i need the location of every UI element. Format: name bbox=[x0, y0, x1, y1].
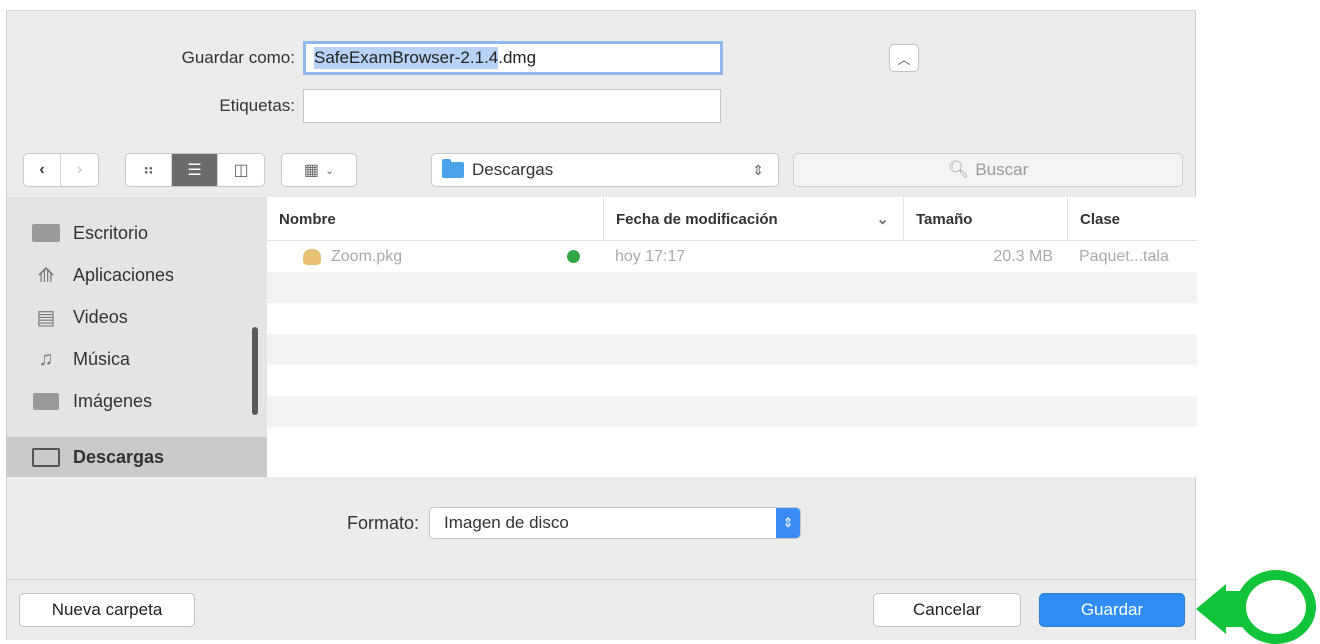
chevron-left-icon: ‹ bbox=[39, 161, 45, 178]
annotation-arrow bbox=[1196, 584, 1226, 634]
chevron-down-icon: ⌄ bbox=[324, 164, 335, 177]
save-dialog: Guardar como: SafeExamBrowser-2.1.4 .dmg … bbox=[6, 10, 1197, 640]
format-row: Formato: Imagen de disco ⇕ bbox=[347, 507, 802, 539]
desktop-icon bbox=[31, 222, 61, 244]
sidebar-item-imagenes[interactable]: Imágenes bbox=[7, 381, 267, 421]
search-placeholder: Buscar bbox=[975, 160, 1029, 179]
table-row-empty bbox=[267, 272, 1197, 303]
save-as-row: Guardar como: SafeExamBrowser-2.1.4 .dmg bbox=[135, 41, 723, 75]
footer-divider bbox=[7, 579, 1197, 580]
list-view-button[interactable]: ☰ bbox=[172, 154, 218, 186]
location-popup[interactable]: Descargas ⇕ bbox=[431, 153, 779, 187]
table-row-empty bbox=[267, 334, 1197, 365]
arrange-button[interactable]: ▦ ⌄ bbox=[281, 153, 357, 187]
table-row-empty bbox=[267, 303, 1197, 334]
search-field[interactable]: 🔍︎ Buscar bbox=[793, 153, 1183, 187]
sidebar-item-label: Escritorio bbox=[73, 222, 149, 243]
tags-label: Etiquetas: bbox=[219, 96, 295, 115]
format-value: Imagen de disco bbox=[444, 513, 569, 532]
column-kind-label: Clase bbox=[1080, 210, 1121, 228]
file-size-cell: 20.3 MB bbox=[993, 247, 1053, 265]
column-size-label: Tamaño bbox=[916, 210, 973, 228]
cancel-button[interactable]: Cancelar bbox=[873, 593, 1021, 627]
table-row-empty bbox=[267, 365, 1197, 396]
table-row[interactable]: Zoom.pkg hoy 17:17 20.3 MB Paquet...tala bbox=[267, 241, 1197, 272]
sidebar-scrollbar[interactable] bbox=[252, 327, 258, 415]
music-note-icon: ♫ bbox=[38, 347, 54, 370]
column-date-label: Fecha de modificación bbox=[616, 210, 778, 228]
expand-dialog-button[interactable]: ︿ bbox=[889, 44, 919, 72]
sidebar: Escritorio ⟰ Aplicaciones ▤ Videos ♫ Mús… bbox=[7, 197, 267, 477]
annotation-circle bbox=[1236, 570, 1316, 644]
columns-icon: ◫ bbox=[233, 162, 249, 179]
table-row-empty bbox=[267, 396, 1197, 427]
filename-selected-text: SafeExamBrowser-2.1.4 bbox=[314, 47, 499, 69]
file-date-cell: hoy 17:17 bbox=[615, 247, 686, 265]
column-header-name[interactable]: Nombre bbox=[267, 197, 603, 241]
sidebar-item-label: Videos bbox=[73, 306, 128, 327]
file-list-header: Nombre Fecha de modificación ⌄ Tamaño Cl… bbox=[267, 197, 1197, 241]
file-kind-cell: Paquet...tala bbox=[1079, 247, 1169, 265]
sidebar-item-label: Imágenes bbox=[73, 390, 153, 411]
tags-row: Etiquetas: bbox=[135, 89, 721, 123]
nav-buttons: ‹ › bbox=[23, 153, 99, 187]
grid-icon: ⠶ bbox=[142, 162, 155, 179]
chevron-right-icon: › bbox=[76, 161, 83, 178]
column-header-date[interactable]: Fecha de modificación ⌄ bbox=[603, 197, 903, 241]
tags-input[interactable] bbox=[303, 89, 721, 123]
file-name: Zoom.pkg bbox=[331, 247, 403, 265]
file-name-cell: Zoom.pkg bbox=[303, 241, 402, 272]
save-button[interactable]: Guardar bbox=[1039, 593, 1185, 627]
sidebar-item-videos[interactable]: ▤ Videos bbox=[7, 297, 267, 337]
package-icon bbox=[303, 248, 321, 265]
list-icon: ☰ bbox=[187, 162, 202, 179]
sidebar-item-descargas[interactable]: Descargas bbox=[7, 437, 267, 477]
column-name-label: Nombre bbox=[279, 210, 336, 228]
up-down-stepper-icon: ⇕ bbox=[776, 508, 801, 538]
search-icon: 🔍︎ bbox=[947, 160, 970, 179]
save-as-label: Guardar como: bbox=[181, 48, 295, 67]
downloads-folder-icon bbox=[442, 159, 464, 178]
arrange-button-inner: ▦ ⌄ bbox=[282, 154, 356, 186]
applications-icon: ⟰ bbox=[37, 264, 55, 287]
new-folder-button[interactable]: Nueva carpeta bbox=[19, 593, 195, 627]
view-mode-group: ⠶ ☰ ◫ bbox=[125, 153, 265, 187]
sort-chevron-icon: ⌄ bbox=[876, 211, 889, 228]
filename-extension: .dmg bbox=[498, 48, 537, 67]
location-label: Descargas bbox=[472, 160, 554, 179]
column-header-size[interactable]: Tamaño bbox=[903, 197, 1067, 241]
format-select[interactable]: Imagen de disco ⇕ bbox=[429, 507, 802, 539]
up-down-chevron-icon: ⇕ bbox=[752, 161, 764, 178]
back-button[interactable]: ‹ bbox=[24, 154, 62, 186]
sidebar-item-escritorio[interactable]: Escritorio bbox=[7, 213, 267, 253]
forward-button[interactable]: › bbox=[61, 154, 98, 186]
folder-icon bbox=[31, 446, 61, 468]
chevron-up-icon: ︿ bbox=[897, 51, 911, 67]
sidebar-item-label: Música bbox=[73, 348, 131, 369]
column-view-button[interactable]: ◫ bbox=[218, 154, 264, 186]
sync-status-icon bbox=[567, 250, 580, 263]
sidebar-item-label: Descargas bbox=[73, 446, 165, 467]
file-list: Nombre Fecha de modificación ⌄ Tamaño Cl… bbox=[267, 197, 1197, 477]
arrange-grid-icon: ▦ bbox=[303, 162, 319, 179]
icon-view-button[interactable]: ⠶ bbox=[126, 154, 172, 186]
film-icon: ▤ bbox=[36, 306, 56, 329]
format-label: Formato: bbox=[347, 512, 420, 533]
sidebar-item-label: Aplicaciones bbox=[73, 264, 175, 285]
sidebar-item-musica[interactable]: ♫ Música bbox=[7, 339, 267, 379]
sidebar-item-aplicaciones[interactable]: ⟰ Aplicaciones bbox=[7, 255, 267, 295]
column-header-kind[interactable]: Clase bbox=[1067, 197, 1197, 241]
filename-input[interactable]: SafeExamBrowser-2.1.4 .dmg bbox=[303, 41, 723, 75]
camera-icon bbox=[31, 390, 61, 412]
table-row-empty bbox=[267, 427, 1197, 458]
